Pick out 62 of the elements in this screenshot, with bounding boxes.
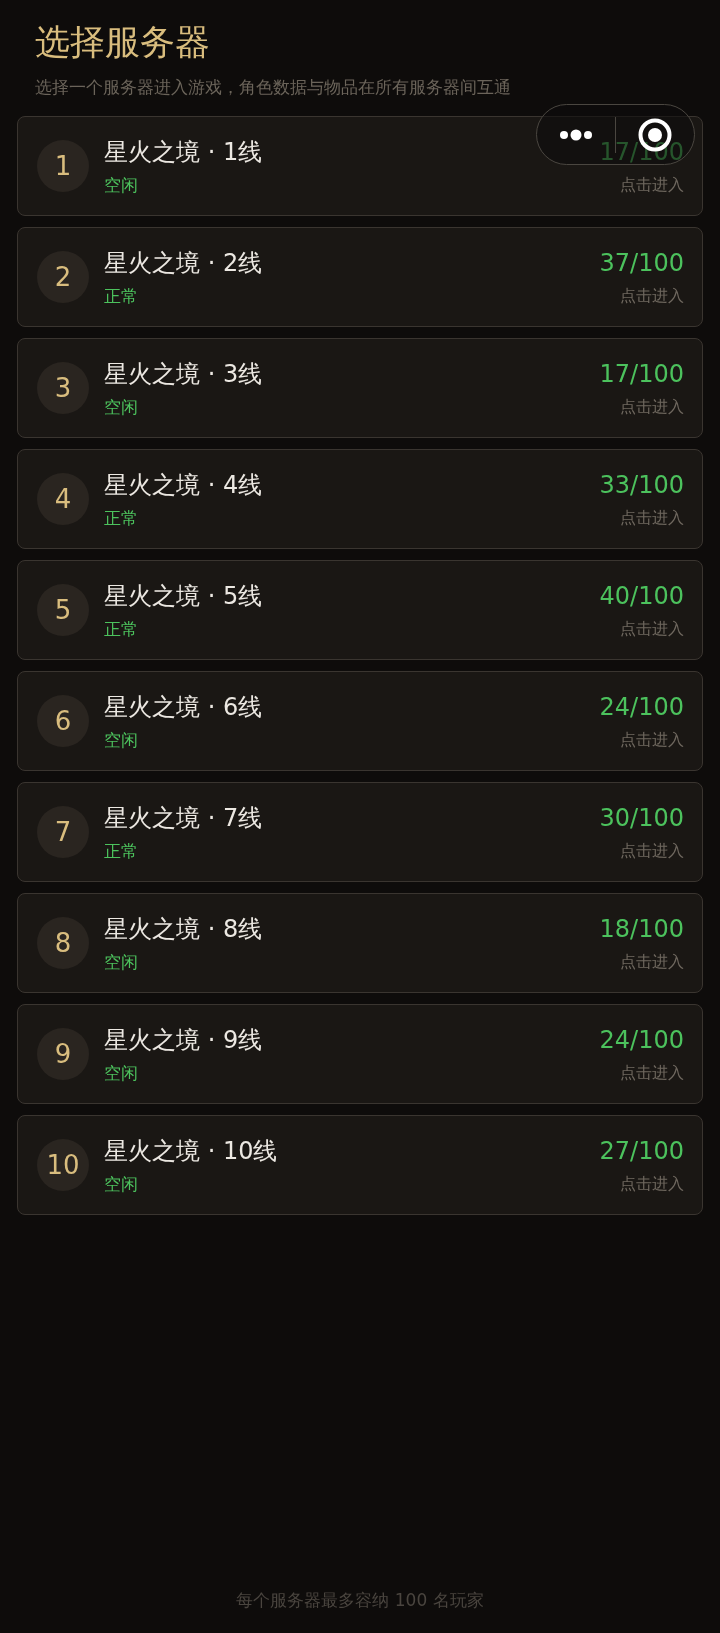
server-number: 9 — [37, 1028, 89, 1080]
enter-hint: 点击进入 — [620, 729, 684, 751]
player-count: 30/100 — [599, 803, 684, 834]
enter-hint: 点击进入 — [620, 840, 684, 862]
capacity-note: 每个服务器最多容纳 100 名玩家 — [235, 1589, 485, 1612]
server-status: 空闲 — [104, 951, 139, 973]
server-card[interactable]: 8 星火之境 · 8线 空闲 18/100 点击进入 — [17, 893, 703, 993]
server-name: 星火之境 · 7线 — [104, 803, 264, 834]
player-count: 27/100 — [599, 1136, 684, 1167]
enter-hint: 点击进入 — [620, 285, 684, 307]
enter-hint: 点击进入 — [620, 951, 684, 973]
server-name: 星火之境 · 9线 — [104, 1025, 264, 1056]
player-count: 33/100 — [599, 470, 684, 501]
enter-hint: 点击进入 — [620, 174, 684, 196]
server-name: 星火之境 · 10线 — [104, 1136, 279, 1167]
server-number: 3 — [37, 362, 89, 414]
server-status: 正常 — [104, 618, 139, 640]
server-name: 星火之境 · 4线 — [104, 470, 264, 501]
enter-hint: 点击进入 — [620, 396, 684, 418]
more-icon — [559, 128, 593, 141]
server-name: 星火之境 · 6线 — [104, 692, 264, 723]
enter-hint: 点击进入 — [620, 618, 684, 640]
server-card[interactable]: 5 星火之境 · 5线 正常 40/100 点击进入 — [17, 560, 703, 660]
server-name: 星火之境 · 2线 — [104, 248, 264, 279]
player-count: 37/100 — [599, 248, 684, 279]
server-number: 1 — [37, 140, 89, 192]
server-card[interactable]: 6 星火之境 · 6线 空闲 24/100 点击进入 — [17, 671, 703, 771]
enter-hint: 点击进入 — [620, 1173, 684, 1195]
enter-hint: 点击进入 — [620, 1062, 684, 1084]
server-number: 5 — [37, 584, 89, 636]
player-count: 18/100 — [599, 914, 684, 945]
server-card[interactable]: 2 星火之境 · 2线 正常 37/100 点击进入 — [17, 227, 703, 327]
server-name: 星火之境 · 1线 — [104, 137, 264, 168]
page-title: 选择服务器 — [35, 21, 211, 64]
server-number: 4 — [37, 473, 89, 525]
player-count: 40/100 — [599, 581, 684, 612]
server-number: 6 — [37, 695, 89, 747]
player-count: 24/100 — [599, 1025, 684, 1056]
server-number: 7 — [37, 806, 89, 858]
server-card[interactable]: 7 星火之境 · 7线 正常 30/100 点击进入 — [17, 782, 703, 882]
server-name: 星火之境 · 3线 — [104, 359, 264, 390]
server-number: 8 — [37, 917, 89, 969]
server-number: 2 — [37, 251, 89, 303]
server-card[interactable]: 3 星火之境 · 3线 空闲 17/100 点击进入 — [17, 338, 703, 438]
server-status: 正常 — [104, 840, 139, 862]
player-count: 17/100 — [599, 359, 684, 390]
server-status: 空闲 — [104, 1062, 139, 1084]
server-card[interactable]: 4 星火之境 · 4线 正常 33/100 点击进入 — [17, 449, 703, 549]
server-name: 星火之境 · 8线 — [104, 914, 264, 945]
enter-hint: 点击进入 — [620, 507, 684, 529]
page-subtitle: 选择一个服务器进入游戏，角色数据与物品在所有服务器间互通 — [35, 77, 512, 99]
server-status: 空闲 — [104, 174, 139, 196]
server-status: 正常 — [104, 285, 139, 307]
player-count: 24/100 — [599, 692, 684, 723]
server-card[interactable]: 9 星火之境 · 9线 空闲 24/100 点击进入 — [17, 1004, 703, 1104]
server-card[interactable]: 10 星火之境 · 10线 空闲 27/100 点击进入 — [17, 1115, 703, 1215]
server-number: 10 — [37, 1139, 89, 1191]
server-status: 空闲 — [104, 396, 139, 418]
server-status: 空闲 — [104, 1173, 139, 1195]
server-status: 空闲 — [104, 729, 139, 751]
server-status: 正常 — [104, 507, 139, 529]
server-name: 星火之境 · 5线 — [104, 581, 264, 612]
